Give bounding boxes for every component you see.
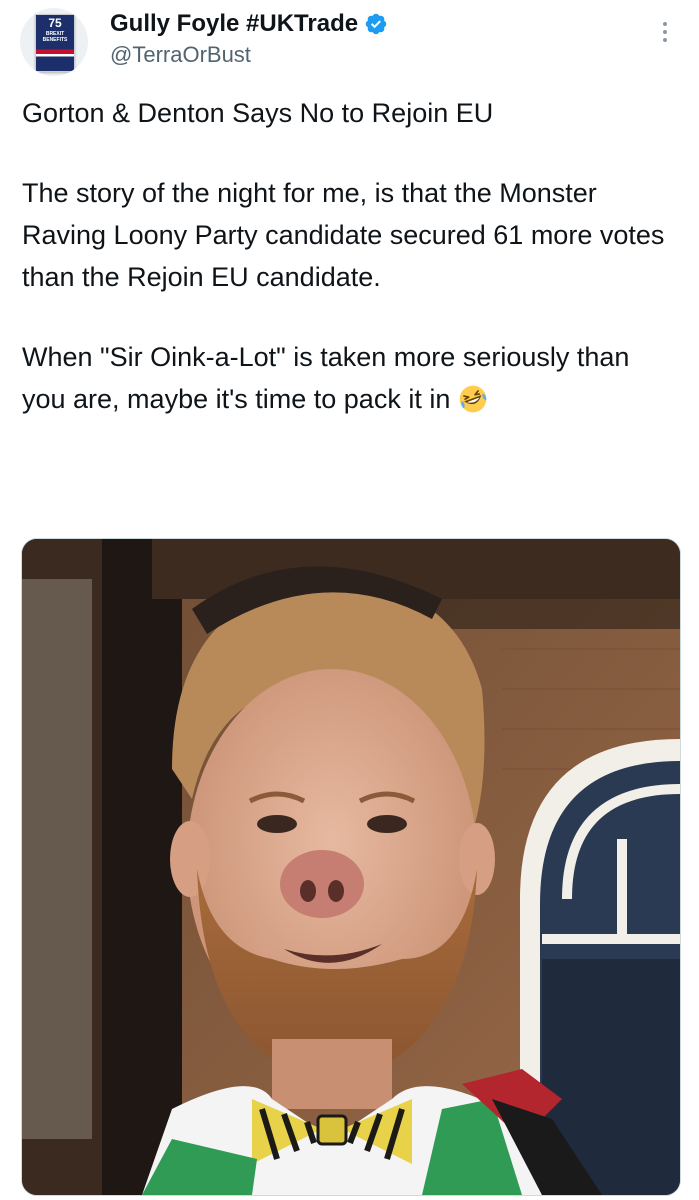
rolling-on-floor-laughing-emoji-icon <box>459 385 487 413</box>
post-text-paragraph-3-text: When "Sir Oink-a-Lot" is taken more seri… <box>22 342 630 414</box>
post-text-paragraph-3: When "Sir Oink-a-Lot" is taken more seri… <box>22 336 672 420</box>
avatar-badge-text: BREXIT BENEFITS <box>42 31 68 43</box>
author-avatar[interactable]: 75 BREXIT BENEFITS <box>20 8 88 76</box>
avatar-book-cover-icon: 75 BREXIT BENEFITS <box>35 14 75 72</box>
author-names: Gully Foyle #UKTrade @TerraOrBust <box>110 8 388 68</box>
photo-illustration <box>22 539 680 1195</box>
post-photo[interactable] <box>21 538 681 1196</box>
avatar-badge-number: 75 <box>48 16 62 30</box>
author-handle[interactable]: @TerraOrBust <box>110 42 388 68</box>
display-name-row: Gully Foyle #UKTrade <box>110 8 388 40</box>
verified-badge-icon <box>365 13 387 35</box>
post-header: 75 BREXIT BENEFITS Gully Foyle #UKTrade … <box>20 8 679 78</box>
post-text-line-1: Gorton & Denton Says No to Rejoin EU <box>22 98 494 128</box>
author-display-name[interactable]: Gully Foyle #UKTrade <box>110 10 358 38</box>
post-text-paragraph-2: The story of the night for me, is that t… <box>22 178 665 292</box>
more-options-icon[interactable] <box>655 22 675 48</box>
post-text: Gorton & Denton Says No to Rejoin EU The… <box>22 92 672 420</box>
